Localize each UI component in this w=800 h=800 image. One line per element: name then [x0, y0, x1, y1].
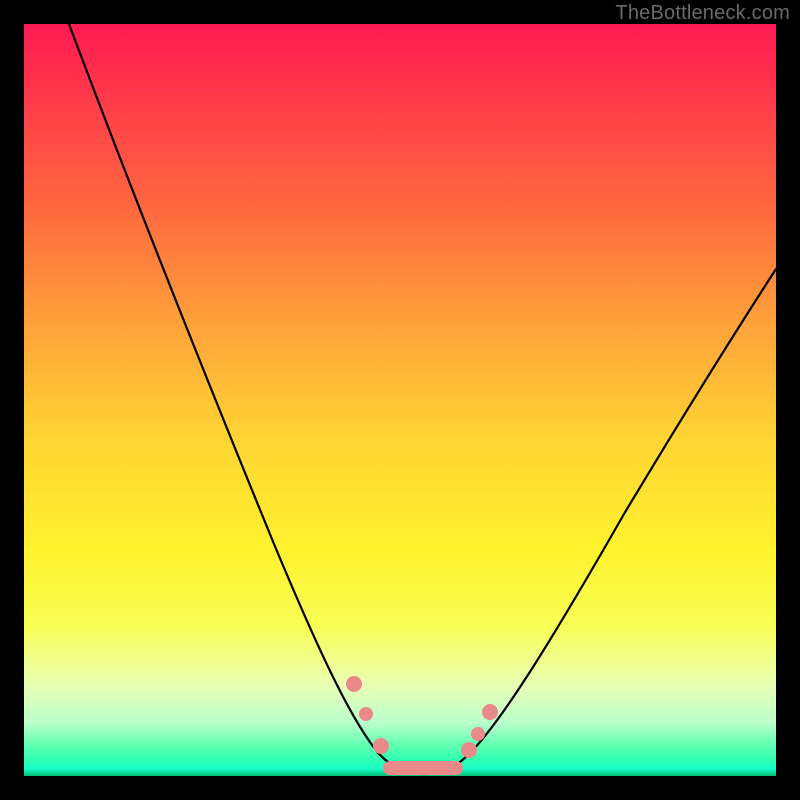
- curve-marker: [482, 704, 498, 720]
- curve-marker: [461, 742, 477, 758]
- curve-marker: [359, 707, 373, 721]
- curve-marker: [346, 676, 362, 692]
- plot-area: [24, 24, 776, 776]
- watermark-text: TheBottleneck.com: [615, 2, 790, 25]
- curve-marker: [471, 727, 485, 741]
- bottleneck-curve: [24, 24, 776, 776]
- curve-marker: [373, 738, 389, 754]
- curve-path: [69, 24, 776, 774]
